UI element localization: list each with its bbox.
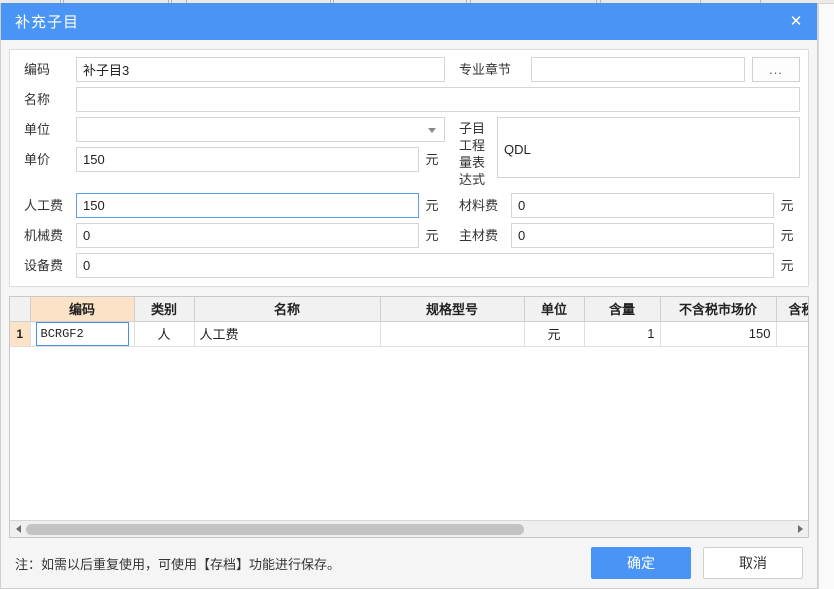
close-icon[interactable]: ✕ [786,12,806,32]
grid-horizontal-scrollbar[interactable] [10,520,808,537]
column-header-price-excl-tax[interactable]: 不含税市场价 [660,297,777,322]
cell-code-value: BCRGF2 [35,321,129,345]
cell-name[interactable]: 人工费 [194,321,381,347]
column-header-category[interactable]: 类别 [134,297,195,322]
scrollbar-thumb[interactable] [26,523,524,535]
name-input[interactable] [76,87,800,112]
grid-scroll-area: 编码 类别 名称 规格型号 单位 含量 不含税市场价 含税市 1 [10,297,808,520]
scroll-left-icon[interactable] [10,522,26,537]
cell-category[interactable]: 人 [134,321,195,347]
code-label: 编码 [24,62,51,77]
code-input[interactable] [76,57,445,82]
machine-cost-suffix: 元 [425,228,439,243]
material-cost-suffix: 元 [780,198,794,213]
form-row-unit-and-expression: 单位 单价 元 子目工程量表达式 [18,117,800,188]
column-header-rownum [10,297,31,322]
scrollbar-track[interactable] [26,522,792,537]
dialog-footer: 注：如需以后重复使用，可使用【存档】功能进行保存。 确定 取消 [1,538,817,588]
cell-code[interactable]: BCRGF2 [30,321,135,347]
resource-grid: 编码 类别 名称 规格型号 单位 含量 不含税市场价 含税市 1 [9,296,809,538]
material-cost-input[interactable] [511,193,774,218]
footer-note: 注：如需以后重复使用，可使用【存档】功能进行保存。 [15,556,341,572]
form-row-machine-mainmaterial: 机械费 元 主材费 元 [18,223,800,248]
unit-price-label: 单价 [24,152,51,167]
column-header-content[interactable]: 含量 [584,297,661,322]
quantity-expression-label: 子目工程量表达式 [459,121,486,187]
unit-select[interactable] [76,117,445,142]
resource-table: 编码 类别 名称 规格型号 单位 含量 不含税市场价 含税市 1 [10,297,808,347]
cell-content[interactable]: 1 [584,321,661,347]
equipment-cost-input[interactable] [76,253,774,278]
column-header-spec[interactable]: 规格型号 [380,297,525,322]
chapter-label: 专业章节 [459,62,512,77]
form-panel: 编码 专业章节 ... 名称 单位 [9,49,809,287]
table-row[interactable]: 1 BCRGF2 人 人工费 元 1 150 [10,321,808,347]
unit-label: 单位 [24,122,51,137]
column-header-code[interactable]: 编码 [30,297,135,322]
form-row-code: 编码 专业章节 ... [18,57,800,82]
scroll-right-icon[interactable] [792,522,808,537]
row-number: 1 [10,321,31,347]
material-cost-label: 材料费 [459,198,499,213]
main-material-cost-suffix: 元 [780,228,794,243]
cancel-button[interactable]: 取消 [703,547,803,579]
form-row-name: 名称 [18,87,800,112]
equipment-cost-suffix: 元 [780,258,794,273]
quantity-expression-input[interactable] [497,117,800,178]
column-header-price-incl-tax[interactable]: 含税市 [776,297,808,322]
labor-cost-input[interactable] [76,193,419,218]
background-right-panel [818,4,834,589]
dialog-body: 编码 专业章节 ... 名称 单位 [1,40,817,588]
cell-price-excl-tax[interactable]: 150 [660,321,777,347]
main-material-cost-input[interactable] [511,223,774,248]
chevron-down-icon [428,127,436,133]
cell-price-incl-tax[interactable] [776,321,808,347]
chapter-browse-button[interactable]: ... [752,57,800,82]
supplementary-subitem-dialog: 补充子目 ✕ 编码 专业章节 ... 名称 [0,3,818,589]
machine-cost-label: 机械费 [24,228,64,243]
unit-price-input[interactable] [76,147,419,172]
labor-cost-suffix: 元 [425,198,439,213]
form-row-equipment: 设备费 元 [18,253,800,278]
unit-price-suffix: 元 [425,152,439,167]
name-label: 名称 [24,92,51,107]
dialog-title: 补充子目 [15,14,80,31]
column-header-unit[interactable]: 单位 [524,297,585,322]
cell-spec[interactable] [380,321,525,347]
labor-cost-label: 人工费 [24,198,64,213]
column-header-name[interactable]: 名称 [194,297,381,322]
equipment-cost-label: 设备费 [24,258,64,273]
table-header-row: 编码 类别 名称 规格型号 单位 含量 不含税市场价 含税市 [10,297,808,322]
cell-unit[interactable]: 元 [524,321,585,347]
confirm-button[interactable]: 确定 [591,547,691,579]
form-row-labor-material: 人工费 元 材料费 元 [18,193,800,218]
dialog-title-bar: 补充子目 ✕ [1,3,817,40]
chapter-input[interactable] [531,57,745,82]
main-material-cost-label: 主材费 [459,228,499,243]
machine-cost-input[interactable] [76,223,419,248]
